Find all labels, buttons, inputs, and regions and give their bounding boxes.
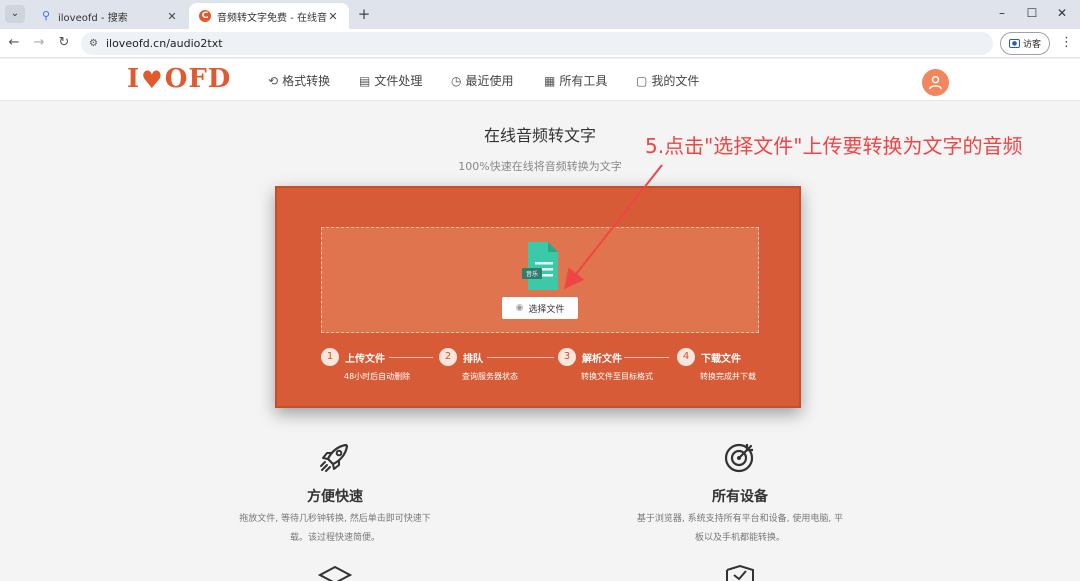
minimize-icon[interactable]: – (992, 6, 1012, 20)
recent-icon: ◷ (451, 73, 462, 88)
step-label: 下载文件 (701, 354, 741, 365)
select-file-label: 选择文件 (528, 304, 565, 315)
browser-toolbar: ← → ↻ ⚙ iloveofd.cn/audio2txt ● 访客 ⋮ (0, 29, 1080, 58)
my-files-icon: ▢ (636, 73, 648, 88)
step-label: 排队 (463, 354, 483, 365)
nav-label: 所有工具 (559, 74, 608, 88)
eye-icon: ◉ (515, 303, 524, 313)
feature-title: 所有设备 (712, 489, 768, 505)
step-number: 2 (439, 348, 457, 366)
shield-icon (726, 565, 754, 581)
layers-icon (318, 565, 352, 581)
tools-icon: ▦ (544, 73, 556, 88)
heart-icon: ♥ (141, 64, 164, 94)
new-tab-icon[interactable]: + (356, 5, 372, 23)
close-icon[interactable]: ✕ (327, 10, 339, 23)
tutorial-annotation: 5.点击"选择文件"上传要转换为文字的音频 (645, 134, 1023, 158)
menu-icon[interactable]: ⋮ (1060, 35, 1073, 50)
logo-suffix: OFD (164, 64, 232, 94)
nav-item-all-tools[interactable]: ▦ 所有工具 (544, 72, 607, 89)
feature-all-devices: 所有设备 基于浏览器, 系统支持所有平台和设备, 使用电脑, 平 板以及手机都能… (620, 440, 860, 548)
step-desc: 查询服务器状态 (462, 372, 518, 381)
audio-file-icon: 音乐 (522, 242, 558, 290)
nav-item-my-files[interactable]: ▢ 我的文件 (636, 72, 699, 89)
nav-label: 格式转换 (282, 74, 331, 88)
nav-label: 文件处理 (374, 74, 423, 88)
site-logo[interactable]: I ♥ OFD (127, 64, 231, 94)
step-number: 3 (558, 348, 576, 366)
file-icon-badge: 音乐 (526, 270, 538, 278)
upload-panel: 音乐 ◉ 选择文件 1 上传文件 48小时后自动删除 2 排队 查询服务器状态 … (275, 186, 801, 408)
user-icon (929, 75, 942, 90)
file-process-icon: ▤ (359, 73, 371, 88)
rocket-icon (320, 443, 349, 472)
feature-desc-line: 基于浏览器, 系统支持所有平台和设备, 使用电脑, 平 (636, 514, 844, 524)
file-drop-zone[interactable]: 音乐 ◉ 选择文件 (321, 227, 759, 333)
nav-item-format-convert[interactable]: ⟲ 格式转换 (268, 72, 330, 89)
feature-desc-line: 拖放文件, 等待几秒钟转换, 然后单击即可快速下 (239, 514, 431, 524)
address-bar[interactable]: ⚙ iloveofd.cn/audio2txt (81, 32, 993, 55)
tab-search-menu-icon[interactable]: ⌄ (5, 5, 25, 23)
convert-icon: ⟲ (268, 73, 279, 88)
feature-desc: 拖放文件, 等待几秒钟转换, 然后单击即可快速下 载。该过程快速简便。 (220, 510, 450, 548)
window-close-icon[interactable]: ✕ (1052, 6, 1072, 20)
brand-icon: C (199, 10, 211, 22)
profile-icon: ● (1008, 39, 1020, 48)
logo-prefix: I (127, 64, 141, 94)
step-number: 4 (677, 348, 695, 366)
url-text: iloveofd.cn/audio2txt (105, 37, 223, 50)
tab-title: iloveofd - 搜索 (58, 12, 128, 24)
feature-desc-line: 载。该过程快速简便。 (289, 533, 380, 543)
back-icon[interactable]: ← (6, 35, 22, 51)
guest-profile-button[interactable]: ● 访客 (1000, 32, 1050, 55)
browser-tab-active[interactable]: C 音频转文字免费 - 在线音频语音 ✕ (189, 3, 349, 29)
reload-icon[interactable]: ↻ (56, 35, 72, 51)
browser-tab-bar: ⌄ ⚲ iloveofd - 搜索 ✕ C 音频转文字免费 - 在线音频语音 ✕… (0, 0, 1080, 29)
step-desc: 转换完成并下载 (700, 372, 756, 381)
feature-fast: 方便快速 拖放文件, 等待几秒钟转换, 然后单击即可快速下 载。该过程快速简便。 (220, 440, 450, 548)
step-connector (389, 357, 433, 358)
close-icon[interactable]: ✕ (166, 10, 178, 23)
user-avatar[interactable] (922, 69, 949, 96)
step-label: 上传文件 (345, 354, 385, 365)
forward-icon[interactable]: → (31, 35, 47, 51)
step-number: 1 (321, 348, 339, 366)
feature-desc-line: 板以及手机都能转换。 (694, 533, 785, 543)
step-label: 解析文件 (582, 354, 622, 365)
nav-label: 我的文件 (651, 74, 700, 88)
site-header: I ♥ OFD ⟲ 格式转换 ▤ 文件处理 ◷ 最近使用 ▦ 所有工具 ▢ 我的… (0, 59, 1080, 101)
search-icon: ⚲ (41, 9, 51, 22)
tab-title: 音频转文字免费 - 在线音频语音 (217, 12, 327, 24)
site-info-icon[interactable]: ⚙ (89, 38, 98, 49)
guest-label: 访客 (1022, 40, 1041, 50)
step-desc: 转换文件至目标格式 (581, 372, 653, 381)
feature-desc: 基于浏览器, 系统支持所有平台和设备, 使用电脑, 平 板以及手机都能转换。 (620, 510, 860, 548)
browser-tab-search[interactable]: ⚲ iloveofd - 搜索 ✕ (30, 3, 188, 29)
step-connector (624, 357, 669, 358)
step-desc: 48小时后自动删除 (344, 372, 411, 381)
page-subtitle: 100%快速在线将音频转换为文字 (458, 160, 622, 173)
target-icon (724, 443, 754, 473)
maximize-icon[interactable]: ☐ (1022, 6, 1042, 20)
nav-item-recent[interactable]: ◷ 最近使用 (451, 72, 514, 89)
step-connector (487, 357, 554, 358)
nav-label: 最近使用 (465, 74, 514, 88)
feature-title: 方便快速 (307, 489, 363, 505)
select-file-button[interactable]: ◉ 选择文件 (502, 297, 578, 319)
nav-item-file-process[interactable]: ▤ 文件处理 (359, 72, 422, 89)
